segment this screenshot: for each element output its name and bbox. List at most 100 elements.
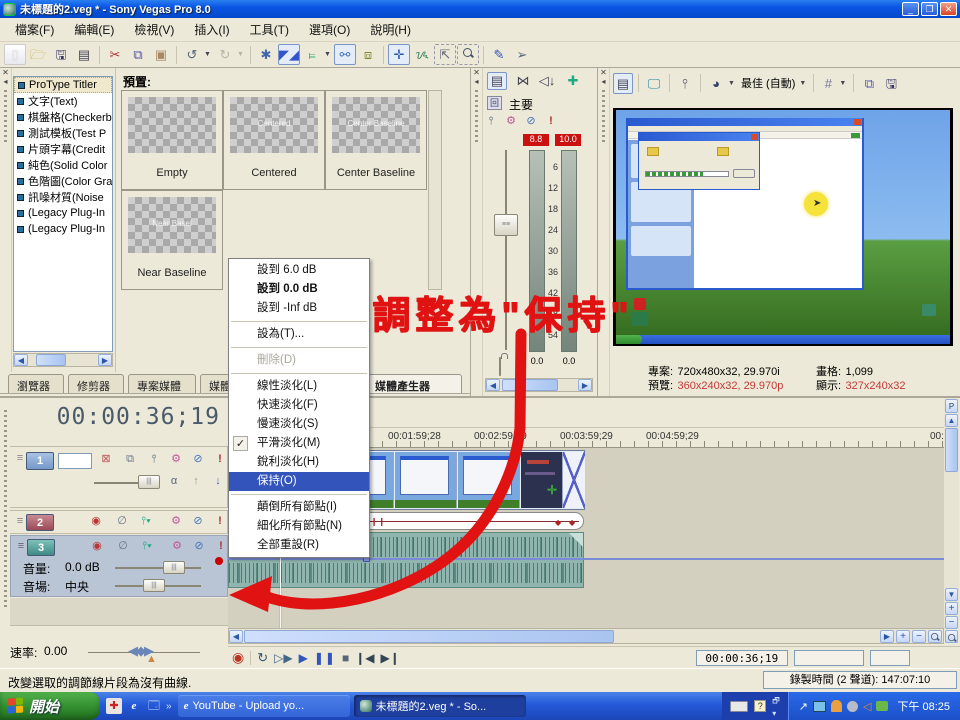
- taskbar-task-youtube[interactable]: e YouTube - Upload yo...: [178, 695, 350, 717]
- external-monitor-icon[interactable]: 🖵: [644, 73, 664, 94]
- go-to-start-button[interactable]: ❙◀: [355, 651, 374, 665]
- play-button[interactable]: ▶: [299, 651, 308, 665]
- list-item-checkerboard[interactable]: 棋盤格(Checkerb: [14, 109, 112, 125]
- phase-invert-icon[interactable]: ∅: [114, 514, 130, 529]
- menu-help[interactable]: 說明(H): [361, 18, 420, 41]
- scroll-thumb[interactable]: [502, 379, 558, 391]
- generators-dock-grip[interactable]: ✕◂: [0, 68, 12, 372]
- bus-mute-icon[interactable]: ⊘: [523, 114, 539, 129]
- selection-length-field[interactable]: [870, 650, 910, 666]
- project-properties-icon[interactable]: ▤: [613, 73, 633, 94]
- envelope-node[interactable]: ◆: [555, 518, 561, 527]
- selection-start-field[interactable]: [794, 650, 864, 666]
- menu-item-set-to[interactable]: 設為(T)...: [229, 325, 369, 344]
- open-icon[interactable]: 🗁: [27, 44, 49, 65]
- volume-slider-handle[interactable]: |||: [163, 561, 185, 574]
- zoom-in-time-icon[interactable]: +: [896, 630, 910, 643]
- auto-crossfade-icon[interactable]: ◤◢: [278, 44, 300, 65]
- track-mute-icon[interactable]: ⊘: [190, 452, 206, 467]
- marker-tool-button[interactable]: P: [945, 399, 958, 413]
- fader-lock-icon[interactable]: [499, 357, 501, 376]
- zoom-out-track-height-icon[interactable]: −: [945, 616, 958, 629]
- pan-value[interactable]: 中央: [65, 578, 89, 595]
- keyboard-layout-icon[interactable]: [730, 701, 748, 712]
- tab-trimmer[interactable]: 修剪器: [68, 374, 124, 393]
- video-output-fx-icon[interactable]: ⫯: [675, 73, 695, 94]
- selection-edit-tool-icon[interactable]: ⇱: [434, 44, 456, 65]
- vertical-scroll-thumb[interactable]: [945, 428, 958, 472]
- minimize-button[interactable]: _: [902, 2, 919, 16]
- quality-dropdown-icon[interactable]: ▼: [799, 80, 808, 87]
- track-automation-icon[interactable]: ⚙: [168, 452, 184, 467]
- scroll-left-icon[interactable]: ◀: [14, 354, 28, 366]
- mixer-insert-input-bus-icon[interactable]: ⋈: [513, 72, 533, 90]
- scroll-right-icon[interactable]: ▶: [98, 354, 112, 366]
- list-item-test-pattern[interactable]: 測試模板(Test P: [14, 125, 112, 141]
- list-item-text[interactable]: 文字(Text): [14, 93, 112, 109]
- zoom-tool-icon[interactable]: [945, 630, 958, 643]
- scroll-up-icon[interactable]: ▲: [945, 414, 958, 427]
- menu-item-delete[interactable]: 刪除(D): [229, 351, 369, 370]
- make-child-icon[interactable]: ↓: [210, 474, 226, 489]
- properties-icon[interactable]: ▤: [73, 44, 95, 65]
- tray-app-icon[interactable]: [847, 701, 858, 712]
- tab-media-generators[interactable]: 媒體產生器: [366, 374, 462, 393]
- menu-item-flip-all-points[interactable]: 顛倒所有節點(I): [229, 498, 369, 517]
- cut-icon[interactable]: ✂: [104, 44, 126, 65]
- menu-item-set-inf[interactable]: 設到 -Inf dB: [229, 299, 369, 318]
- normal-edit-tool-icon[interactable]: ✛: [388, 44, 410, 65]
- phase-invert-icon[interactable]: ∅: [115, 539, 131, 554]
- lock-envelopes-icon[interactable]: ⚯: [334, 44, 356, 65]
- composite-level-handle[interactable]: |||: [138, 475, 160, 489]
- preset-center-baseline[interactable]: Center Baseline Center Baseline: [325, 90, 427, 190]
- envelope-edit-tool-icon[interactable]: ᝰ: [411, 44, 433, 65]
- preset-empty[interactable]: Empty: [121, 90, 223, 190]
- save-snapshot-icon[interactable]: 🖫: [881, 73, 901, 94]
- track-fx-icon[interactable]: ⫯▾: [139, 539, 155, 554]
- ignore-event-grouping-icon[interactable]: ⧈: [357, 44, 379, 65]
- scroll-down-icon[interactable]: ▼: [945, 588, 958, 601]
- undo-icon[interactable]: ↺: [181, 44, 203, 65]
- composite-mode-icon[interactable]: α: [166, 474, 182, 489]
- enable-snapping-icon[interactable]: ✱: [255, 44, 277, 65]
- tray-messenger-icon[interactable]: [831, 700, 842, 712]
- paste-icon[interactable]: ▣: [150, 44, 172, 65]
- menu-item-linear-fade[interactable]: 線性淡化(L): [229, 377, 369, 396]
- copy-snapshot-icon[interactable]: ⧉: [859, 73, 879, 94]
- menu-item-set-6db[interactable]: 設到 6.0 dB: [229, 261, 369, 280]
- tray-safely-remove-icon[interactable]: ↗: [799, 700, 808, 713]
- tab-explorer[interactable]: 瀏覽器: [8, 374, 64, 393]
- timeline-hscrollbar[interactable]: ◀ ▶ + −: [228, 628, 944, 644]
- language-help-icon[interactable]: ?: [754, 700, 766, 712]
- volume-value[interactable]: 0.0 dB: [65, 560, 100, 574]
- tray-nvidia-icon[interactable]: [876, 701, 888, 711]
- track1-number-chip[interactable]: 1: [26, 452, 54, 470]
- track-fx-icon[interactable]: ⫯: [146, 452, 162, 467]
- start-button[interactable]: 開始: [0, 692, 100, 720]
- menu-item-set-0db[interactable]: 設到 0.0 dB: [229, 280, 369, 299]
- list-item-noise-texture[interactable]: 訊噪材質(Noise: [14, 189, 112, 205]
- preview-dock-grip[interactable]: ✕◂: [598, 68, 610, 396]
- menu-item-thin-all-points[interactable]: 細化所有節點(N): [229, 517, 369, 536]
- bus-automation-icon[interactable]: ⚙: [503, 114, 519, 129]
- mixer-hscrollbar[interactable]: ◀ ▶: [485, 378, 593, 392]
- preset-centered[interactable]: Centered Centered: [223, 90, 325, 190]
- list-item-credit-roll[interactable]: 片頭字幕(Credit: [14, 141, 112, 157]
- mixer-insert-bus-icon[interactable]: ▤: [487, 72, 507, 90]
- tab-project-media[interactable]: 專案媒體: [128, 374, 196, 393]
- list-item-protype-titler[interactable]: ProType Titler: [14, 77, 112, 93]
- restore-button[interactable]: ❐: [921, 2, 938, 16]
- track-solo-icon[interactable]: !: [213, 539, 229, 554]
- go-to-end-button[interactable]: ▶❙: [380, 651, 399, 665]
- master-fader-handle[interactable]: ≡≡: [494, 214, 518, 236]
- internet-explorer-icon[interactable]: e: [126, 698, 142, 714]
- track-automation-icon[interactable]: ⚙: [169, 539, 185, 554]
- arm-record-icon[interactable]: ◉: [88, 514, 104, 529]
- volume-envelope-line[interactable]: [228, 558, 944, 560]
- overlay-grid-icon[interactable]: #: [819, 73, 837, 94]
- track3-number-chip[interactable]: 3: [27, 539, 55, 556]
- track-fx-icon[interactable]: ⫯▾: [138, 514, 154, 529]
- track3-header[interactable]: ≡ 3 ◉ ∅ ⫯▾ ⚙ ⊘ ! 音量: 0.0 dB ||| 音場: 中央 |…: [10, 535, 228, 597]
- menu-edit[interactable]: 編輯(E): [65, 18, 123, 41]
- track-solo-icon[interactable]: !: [212, 452, 228, 467]
